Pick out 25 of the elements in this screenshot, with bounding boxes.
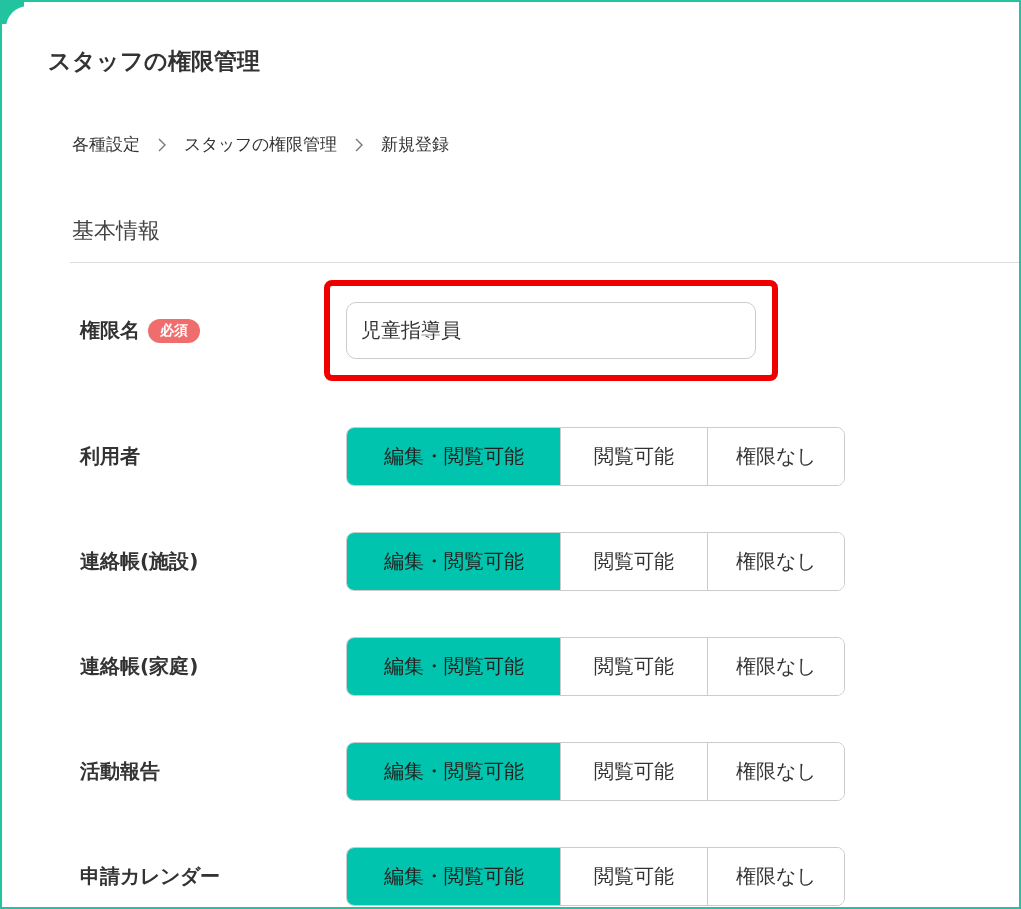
section-title: 基本情報 [72, 217, 161, 245]
page-title: スタッフの権限管理 [48, 47, 261, 76]
segment-option[interactable]: 権限なし [707, 743, 844, 800]
field-label: 活動報告 [80, 758, 160, 785]
field-label: 申請カレンダー [80, 863, 220, 890]
field-label: 利用者 [80, 443, 140, 470]
chevron-icon [158, 137, 166, 152]
segment-option[interactable]: 権限なし [707, 638, 844, 695]
required-badge: 必須 [148, 318, 200, 343]
segment-option[interactable]: 権限なし [707, 533, 844, 590]
segment-option[interactable]: 編集・閲覧可能 [347, 638, 560, 695]
segment-option[interactable]: 編集・閲覧可能 [347, 848, 560, 905]
input-field[interactable]: 児童指導員 [346, 302, 756, 359]
breadcrumb-link[interactable]: 各種設定 [72, 133, 140, 156]
breadcrumb-link[interactable]: 新規登録 [381, 133, 449, 156]
segment-option[interactable]: 編集・閲覧可能 [347, 743, 560, 800]
chevron-icon [355, 137, 363, 152]
segment-option[interactable]: 権限なし [707, 848, 844, 905]
segment-option[interactable]: 編集・閲覧可能 [347, 533, 560, 590]
field-label: 連絡帳(家庭) [80, 653, 199, 680]
segment-option[interactable]: 編集・閲覧可能 [347, 428, 560, 485]
breadcrumb-link[interactable]: スタッフの権限管理 [184, 133, 337, 156]
field-label: 権限名 [80, 317, 140, 344]
field-label: 連絡帳(施設) [80, 548, 199, 575]
segment-option[interactable]: 権限なし [707, 428, 844, 485]
